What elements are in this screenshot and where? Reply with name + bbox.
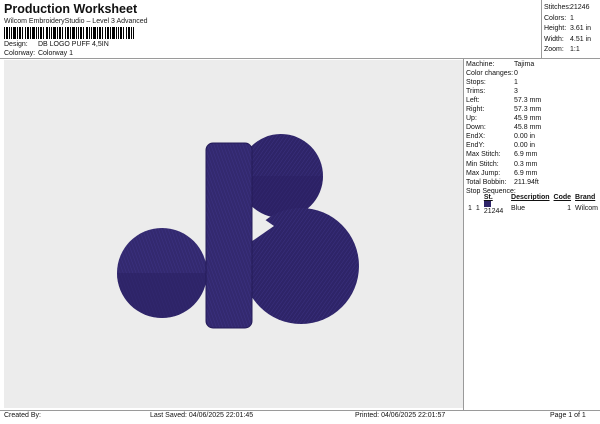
detail-label: Color changes: [466, 70, 514, 78]
detail-value: 0.00 in [514, 133, 536, 141]
summary-row-zoom: Zoom: 1:1 [544, 45, 591, 56]
detail-value: 6.9 mm [514, 169, 538, 177]
software-subtitle: Wilcom EmbroideryStudio – Level 3 Advanc… [4, 18, 148, 25]
detail-value: 57.3 mm [514, 97, 542, 105]
worksheet-title: Production Worksheet [4, 2, 138, 16]
footer-page-number: Page 1 of 1 [550, 412, 586, 419]
summary-label: Width: [544, 35, 564, 43]
detail-value: 45.8 mm [514, 124, 542, 132]
detail-label: EndX: [466, 133, 486, 141]
detail-row: Right: 57.3 mm [466, 105, 541, 114]
detail-label: Up: [466, 115, 477, 123]
footer-created-by: Created By: [4, 412, 41, 419]
stop-sequence-table: St. Description Code Brand 1 1 21244 Blu… [466, 194, 600, 215]
summary-panel: Stitches: 21246 Colors: 1 Height: 3.61 i… [544, 3, 591, 56]
detail-row: Max Jump: 6.9 mm [466, 169, 541, 178]
detail-value: 0 [514, 70, 518, 78]
detail-value: Tajima [514, 61, 535, 68]
detail-value: 0.3 mm [514, 160, 538, 168]
machine-details: Machine: Tajima Color changes: 0 Stops: 1 T… [466, 60, 541, 196]
detail-label: Right: [466, 106, 485, 114]
stitch-count-value: 21244 [483, 208, 504, 215]
detail-label: Total Bobbin: [466, 178, 507, 186]
colorway-label: Colorway: [4, 50, 36, 57]
design-label: Design: [4, 41, 28, 48]
logo-left-circle-shade [117, 273, 207, 318]
summary-value: 4.51 in [570, 35, 592, 43]
detail-label: Max Jump: [466, 169, 501, 177]
stop-number: 1 [468, 204, 472, 212]
footer-divider [0, 410, 600, 411]
panel-divider [463, 58, 464, 410]
thread-code: 1 [567, 204, 572, 212]
detail-label: Max Stitch: [466, 151, 501, 159]
detail-label: Trims: [466, 88, 486, 96]
detail-row: Min Stitch: 0.3 mm [466, 160, 541, 169]
detail-value: 1 [514, 79, 518, 87]
detail-row: Total Bobbin: 211.94ft [466, 178, 541, 187]
col-color [474, 194, 482, 201]
color-swatch [483, 201, 491, 207]
stitch-count: 21244 [482, 201, 509, 215]
detail-row: Max Stitch: 6.9 mm [466, 150, 541, 159]
design-canvas [4, 60, 463, 408]
colorway-row: Colorway: Colorway 1 [4, 50, 73, 57]
col-description: Description [511, 194, 550, 201]
detail-row: Down: 45.8 mm [466, 123, 541, 132]
color-number: 1 [475, 204, 480, 212]
design-value: DB LOGO PUFF 4,5IN [37, 41, 109, 48]
logo-bar [205, 142, 253, 329]
summary-value: 3.61 in [570, 25, 592, 32]
col-stitches: St. [483, 194, 493, 201]
summary-label: Colors: [544, 14, 567, 22]
design-row: Design: DB LOGO PUFF 4,5IN [4, 41, 109, 48]
detail-label: Stops: [466, 79, 486, 87]
detail-label: Left: [466, 97, 480, 105]
barcode [4, 27, 134, 39]
detail-value: 6.9 mm [514, 151, 538, 159]
header-divider [0, 58, 600, 59]
summary-divider [541, 0, 542, 58]
thread-brand: Wilcom [575, 204, 598, 212]
detail-value: 3 [514, 88, 518, 96]
col-stop [466, 194, 474, 201]
summary-label: Stitches: [544, 4, 571, 11]
stop-sequence-header: St. Description Code Brand [466, 194, 600, 201]
summary-value: 1 [570, 14, 574, 22]
detail-label: EndY: [466, 142, 485, 150]
detail-row: Machine: Tajima [466, 60, 541, 69]
summary-row-height: Height: 3.61 in [544, 24, 591, 35]
summary-value: 1:1 [570, 46, 580, 53]
summary-label: Height: [544, 25, 567, 32]
detail-row: Up: 45.9 mm [466, 114, 541, 123]
detail-value: 211.94ft [514, 178, 539, 186]
db-logo-design [117, 134, 359, 329]
col-brand: Brand [575, 194, 596, 201]
detail-value: 45.9 mm [514, 115, 542, 123]
detail-row: Stops: 1 [466, 78, 541, 87]
summary-label: Zoom: [544, 46, 564, 53]
detail-row: EndX: 0.00 in [466, 132, 541, 141]
footer-printed: Printed: 04/06/2025 22:01:57 [355, 412, 446, 419]
col-code: Code [553, 194, 572, 201]
summary-row-stitches: Stitches: 21246 [544, 3, 591, 14]
summary-value: 21246 [570, 4, 590, 11]
footer-last-saved: Last Saved: 04/06/2025 22:01:45 [150, 412, 254, 419]
detail-value: 0.00 in [514, 142, 536, 150]
detail-label: Min Stitch: [466, 160, 499, 168]
detail-label: Down: [466, 124, 486, 132]
summary-row-colors: Colors: 1 [544, 14, 591, 25]
table-row: 1 1 21244 Blue 1 Wilcom [466, 201, 600, 215]
colorway-value: Colorway 1 [37, 50, 73, 57]
detail-row: Color changes: 0 [466, 69, 541, 78]
summary-row-width: Width: 4.51 in [544, 35, 591, 46]
detail-row: Left: 57.3 mm [466, 96, 541, 105]
detail-row: Trims: 3 [466, 87, 541, 96]
thread-description: Blue [511, 204, 526, 212]
detail-row: EndY: 0.00 in [466, 141, 541, 150]
detail-value: 57.3 mm [514, 106, 542, 114]
detail-label: Machine: [466, 61, 495, 68]
